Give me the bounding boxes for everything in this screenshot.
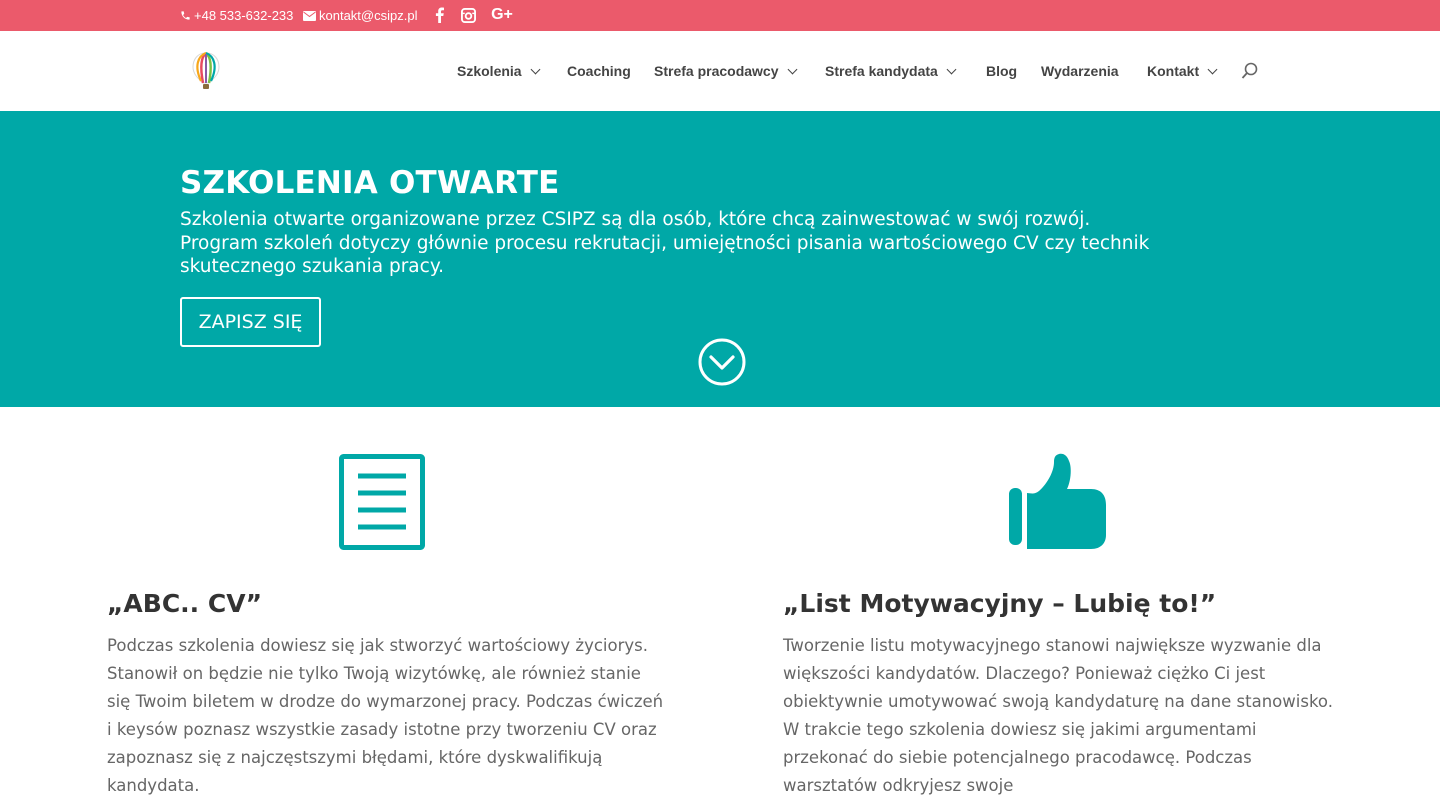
nav-kontakt[interactable]: Kontakt <box>1147 31 1218 111</box>
nav-label: Coaching <box>567 63 631 79</box>
balloon-logo[interactable] <box>191 51 221 91</box>
email-address: kontakt@csipz.pl <box>319 8 418 23</box>
envelope-icon <box>303 10 316 21</box>
list-motywacyjny-text: Tworzenie listu motywacyjnego stanowi na… <box>783 636 1333 795</box>
hero-description: Szkolenia otwarte organizowane przez CSI… <box>180 209 1150 277</box>
document-icon <box>339 454 425 555</box>
google-plus-icon[interactable]: G+ <box>489 5 515 25</box>
scroll-down-icon[interactable] <box>697 337 747 387</box>
nav-label: Kontakt <box>1147 63 1200 79</box>
nav-label: Wydarzenia <box>1041 63 1119 79</box>
site-header: Szkolenia Coaching Strefa pracodawcy Str… <box>0 31 1440 111</box>
nav-label: Szkolenia <box>457 63 522 79</box>
list-motywacyjny-title: „List Motywacyjny – Lubię to!” <box>783 589 1217 618</box>
search-icon[interactable] <box>1241 62 1259 80</box>
email-contact[interactable]: kontakt@csipz.pl <box>303 0 417 31</box>
nav-label: Strefa pracodawcy <box>654 63 779 79</box>
hero-section: SZKOLENIA OTWARTE Szkolenia otwarte orga… <box>0 111 1440 407</box>
instagram-icon[interactable] <box>459 5 477 25</box>
phone-number: +48 533-632-233 <box>194 8 294 23</box>
signup-button[interactable]: ZAPISZ SIĘ <box>180 297 321 347</box>
chevron-down-icon <box>946 64 957 74</box>
phone-contact[interactable]: +48 533-632-233 <box>180 0 293 31</box>
abc-cv-text: Podczas szkolenia dowiesz się jak stworz… <box>107 636 664 795</box>
facebook-icon[interactable] <box>433 5 445 25</box>
nav-strefa-pracodawcy[interactable]: Strefa pracodawcy <box>654 31 797 111</box>
chevron-down-icon <box>787 64 797 74</box>
nav-wydarzenia[interactable]: Wydarzenia <box>1041 31 1119 111</box>
nav-blog[interactable]: Blog <box>986 31 1017 111</box>
chevron-down-icon <box>1207 64 1218 74</box>
nav-szkolenia[interactable]: Szkolenia <box>457 31 541 111</box>
top-bar: +48 533-632-233 kontakt@csipz.pl G+ <box>0 0 1440 31</box>
nav-strefa-kandydata[interactable]: Strefa kandydata <box>825 31 957 111</box>
chevron-down-icon <box>530 64 541 74</box>
abc-cv-title: „ABC.. CV” <box>107 589 263 618</box>
nav-coaching[interactable]: Coaching <box>567 31 631 111</box>
nav-label: Blog <box>986 63 1018 79</box>
phone-icon <box>180 10 191 21</box>
hero-title: SZKOLENIA OTWARTE <box>180 165 560 201</box>
thumbs-up-icon <box>1009 453 1107 556</box>
nav-label: Strefa kandydata <box>825 63 938 79</box>
